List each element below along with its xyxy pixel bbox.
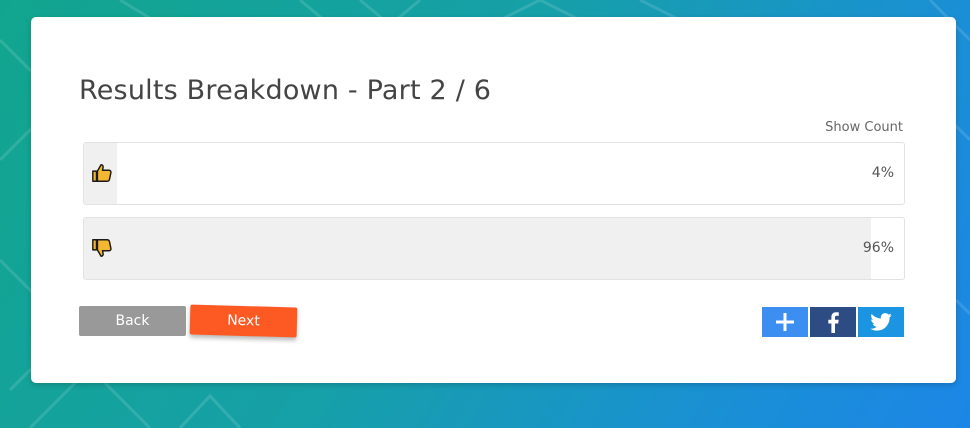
result-bar-fill bbox=[84, 218, 872, 279]
facebook-icon bbox=[828, 312, 839, 333]
share-more-button[interactable] bbox=[762, 307, 808, 337]
plus-icon bbox=[776, 313, 794, 331]
show-count-toggle[interactable]: Show Count bbox=[825, 120, 903, 135]
result-percent: 96% bbox=[862, 240, 894, 256]
twitter-share-button[interactable] bbox=[858, 307, 904, 337]
page-title: Results Breakdown - Part 2 / 6 bbox=[79, 75, 492, 106]
thumbs-up-icon bbox=[92, 164, 112, 182]
result-row-thumbs-down: 96% bbox=[83, 217, 905, 280]
back-button[interactable]: Back bbox=[79, 306, 186, 336]
facebook-share-button[interactable] bbox=[810, 307, 856, 337]
social-share-group bbox=[762, 307, 904, 337]
results-card: Results Breakdown - Part 2 / 6 Show Coun… bbox=[31, 17, 956, 383]
twitter-icon bbox=[870, 313, 892, 331]
next-button[interactable]: Next bbox=[189, 304, 298, 338]
result-percent: 4% bbox=[871, 165, 894, 181]
result-row-thumbs-up: 4% bbox=[83, 142, 905, 205]
thumbs-down-icon bbox=[92, 239, 112, 257]
